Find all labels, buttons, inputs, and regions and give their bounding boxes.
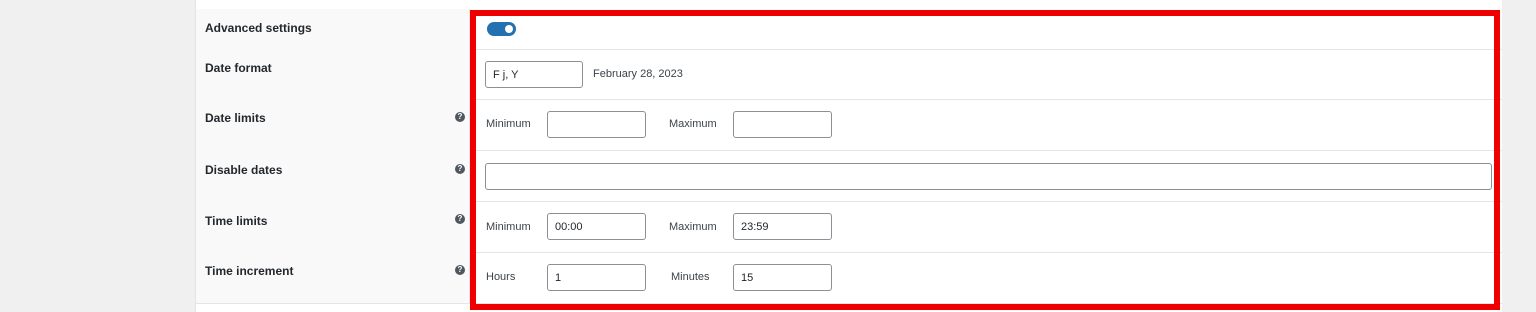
question-circle-icon[interactable]: ?: [455, 265, 465, 275]
hours-input[interactable]: [547, 264, 646, 291]
row-advanced-settings: Advanced settings: [196, 9, 1502, 50]
row-date-limits: Date limits ? Minimum Maximum: [196, 99, 1502, 151]
advanced-settings-toggle[interactable]: [487, 22, 516, 36]
date-limits-label: Date limits: [205, 111, 266, 125]
date-min-label: Minimum: [486, 118, 531, 130]
date-format-label: Date format: [205, 61, 272, 75]
disable-dates-label: Disable dates: [205, 163, 283, 177]
row-date-format: Date format February 28, 2023: [196, 49, 1502, 100]
row-disable-dates: Disable dates ?: [196, 150, 1502, 202]
date-format-input[interactable]: [485, 61, 583, 88]
time-limits-label: Time limits: [205, 214, 268, 228]
date-max-input[interactable]: [733, 111, 832, 138]
time-max-label: Maximum: [669, 221, 717, 233]
question-circle-icon[interactable]: ?: [455, 164, 465, 174]
time-min-input[interactable]: [547, 213, 646, 240]
hours-label: Hours: [486, 271, 516, 283]
time-min-label: Minimum: [486, 221, 531, 233]
disable-dates-input[interactable]: [485, 163, 1492, 190]
toggle-knob: [505, 25, 513, 33]
date-min-input[interactable]: [547, 111, 646, 138]
date-max-label: Maximum: [669, 118, 717, 130]
minutes-label: Minutes: [671, 271, 710, 283]
advanced-settings-label: Advanced settings: [205, 21, 312, 35]
minutes-input[interactable]: [733, 264, 832, 291]
row-time-limits: Time limits ? Minimum Maximum: [196, 201, 1502, 253]
time-max-input[interactable]: [733, 213, 832, 240]
settings-panel: Advanced settings Date format February 2…: [195, 0, 1502, 312]
row-time-increment: Time increment ? Hours Minutes: [196, 252, 1502, 304]
question-circle-icon[interactable]: ?: [455, 214, 465, 224]
question-circle-icon[interactable]: ?: [455, 112, 465, 122]
time-increment-label: Time increment: [205, 264, 294, 278]
date-format-preview: February 28, 2023: [593, 68, 683, 80]
